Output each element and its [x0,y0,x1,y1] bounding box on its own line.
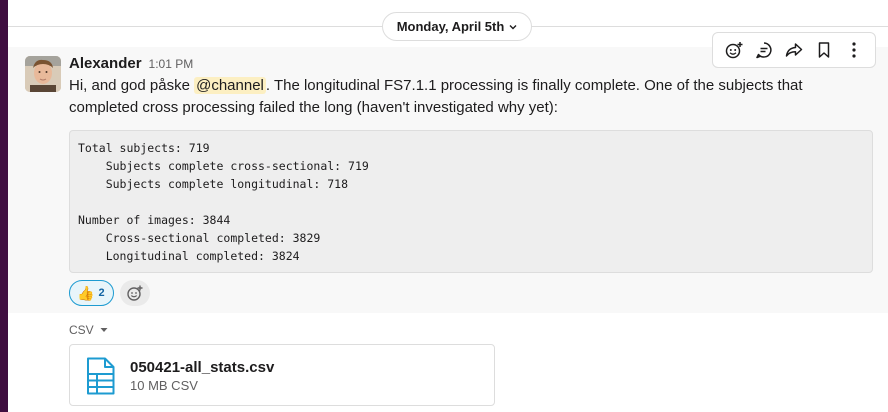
attachment-toggle[interactable]: CSV [69,321,108,339]
message[interactable]: Alexander 1:01 PM Hi, and god påske @cha… [8,47,888,313]
add-reaction-button[interactable] [119,280,150,306]
file-meta: 10 MB CSV [130,378,198,393]
thumbs-up-reaction[interactable]: 👍 2 [69,280,114,306]
more-actions-button[interactable] [842,38,866,62]
author-name[interactable]: Alexander [69,55,142,72]
file-name[interactable]: 050421-all_stats.csv [130,359,274,376]
day-jump-button[interactable]: Monday, April 5th [382,12,532,41]
add-reaction-action[interactable] [722,38,746,62]
code-line: Subjects complete cross-sectional: 719 [78,159,369,173]
message-text: Hi, and god påske @channel. The longitud… [69,75,874,119]
code-block: Total subjects: 719 Subjects complete cr… [69,130,873,273]
add-reaction-icon [126,285,143,301]
reply-in-thread-action[interactable] [752,38,776,62]
chevron-down-icon [509,24,517,29]
code-line: Number of images: 3844 [78,213,231,227]
message-text-start: Hi, and god påske [69,77,195,94]
code-line: Cross-sectional completed: 3829 [78,231,321,245]
timestamp[interactable]: 1:01 PM [149,57,194,71]
day-label: Monday, April 5th [396,19,505,34]
share-icon [785,43,803,57]
reply-in-thread-icon [756,42,772,59]
avatar-image [25,56,61,92]
sidebar-edge [0,0,8,412]
attachment-type-label: CSV [69,323,94,337]
avatar[interactable] [25,56,61,92]
spreadsheet-file-icon [87,357,115,395]
channel-mention[interactable]: @channel [194,77,266,94]
code-line: ​ [78,193,864,211]
message-actions-toolbar [712,32,876,68]
code-line: Total subjects: 719 [78,141,210,155]
message-header: Alexander 1:01 PM [69,55,193,73]
bookmark-icon [818,42,830,58]
share-action[interactable] [782,38,806,62]
reactions-bar: 👍 2 [69,280,150,306]
code-line: Subjects complete longitudinal: 718 [78,177,349,191]
more-actions-icon [852,42,856,58]
bookmark-action[interactable] [812,38,836,62]
add-reaction-icon [725,42,743,59]
code-line: Longitudinal completed: 3824 [78,249,300,263]
file-attachment-card[interactable]: 050421-all_stats.csv 10 MB CSV [69,344,495,406]
reaction-count: 2 [98,287,105,299]
thumbs-up-icon: 👍 [77,285,95,301]
caret-down-icon [100,328,108,332]
